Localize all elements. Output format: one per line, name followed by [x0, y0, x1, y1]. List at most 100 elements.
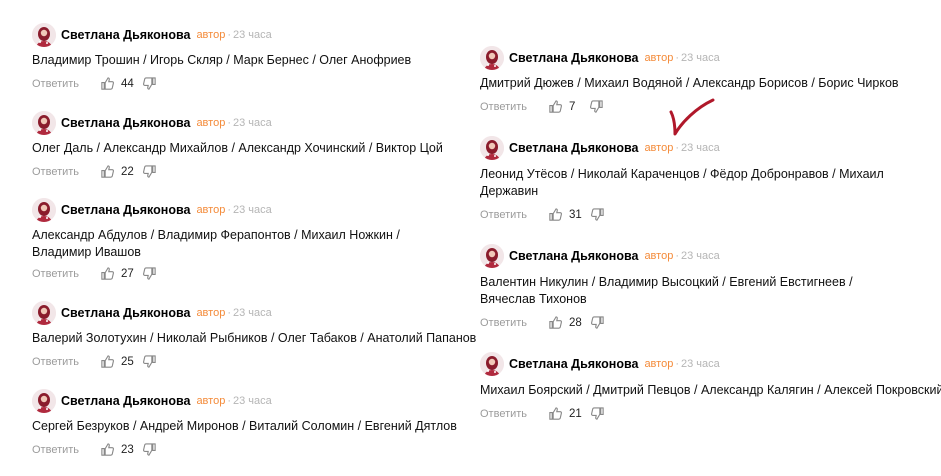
reply-button[interactable]: Ответить: [32, 444, 100, 456]
comment-actions: Ответить 27: [32, 266, 157, 281]
separator-dot: ·: [227, 204, 231, 216]
comment-time: 23 часа: [680, 142, 720, 154]
separator-dot: ·: [675, 142, 679, 154]
comment-actions: Ответить 25: [32, 354, 157, 369]
comment-time: 23 часа: [680, 52, 720, 64]
thumb-down-icon[interactable]: [142, 164, 157, 179]
thumb-up-icon[interactable]: [100, 354, 115, 369]
comment-time: 23 часа: [232, 29, 272, 41]
author-badge: автор: [196, 117, 226, 129]
comment-header: Светлана Дьяконова автор · 23 часа: [480, 135, 720, 161]
avatar[interactable]: [32, 301, 56, 325]
like-count: 7: [569, 100, 576, 113]
reply-button[interactable]: Ответить: [32, 78, 100, 90]
avatar[interactable]: [32, 111, 56, 135]
avatar[interactable]: [480, 244, 504, 268]
avatar[interactable]: [480, 352, 504, 376]
like-count: 23: [121, 443, 134, 456]
comment-header: Светлана Дьяконова автор · 23 часа: [32, 22, 272, 48]
author-name[interactable]: Светлана Дьяконова: [61, 28, 190, 42]
thumb-down-icon[interactable]: [142, 354, 157, 369]
comment-text: Сергей Безруков / Андрей Миронов / Витал…: [32, 419, 457, 433]
comment-actions: Ответить 31: [480, 207, 605, 222]
author-badge: автор: [196, 395, 226, 407]
comment-time: 23 часа: [680, 358, 720, 370]
comment-header: Светлана Дьяконова автор · 23 часа: [32, 197, 272, 223]
thumb-up-icon[interactable]: [548, 99, 563, 114]
check-mark-icon: [668, 98, 716, 138]
reply-button[interactable]: Ответить: [32, 356, 100, 368]
comment-text: Дмитрий Дюжев / Михаил Водяной / Алексан…: [480, 76, 899, 90]
like-count: 25: [121, 355, 134, 368]
comment-time: 23 часа: [232, 395, 272, 407]
avatar[interactable]: [480, 136, 504, 160]
thumb-up-icon[interactable]: [100, 442, 115, 457]
thumb-up-icon[interactable]: [100, 76, 115, 91]
comment-actions: Ответить 23: [32, 442, 157, 457]
author-name[interactable]: Светлана Дьяконова: [61, 203, 190, 217]
author-name[interactable]: Светлана Дьяконова: [509, 357, 638, 371]
comment-actions: Ответить 21: [480, 406, 605, 421]
separator-dot: ·: [675, 358, 679, 370]
separator-dot: ·: [227, 307, 231, 319]
comment-time: 23 часа: [680, 250, 720, 262]
author-name[interactable]: Светлана Дьяконова: [509, 51, 638, 65]
thumb-up-icon[interactable]: [548, 406, 563, 421]
separator-dot: ·: [675, 250, 679, 262]
author-badge: автор: [644, 358, 674, 370]
comment-text: Леонид Утёсов / Николай Караченцов / Фёд…: [480, 167, 884, 198]
comment-text: Олег Даль / Александр Михайлов / Алексан…: [32, 141, 443, 155]
avatar[interactable]: [480, 46, 504, 70]
thumb-up-icon[interactable]: [548, 315, 563, 330]
comment-header: Светлана Дьяконова автор · 23 часа: [32, 300, 272, 326]
like-count: 27: [121, 267, 134, 280]
comment-header: Светлана Дьяконова автор · 23 часа: [32, 110, 272, 136]
thumb-down-icon[interactable]: [590, 207, 605, 222]
comment-header: Светлана Дьяконова автор · 23 часа: [480, 243, 720, 269]
comment-header: Светлана Дьяконова автор · 23 часа: [480, 351, 720, 377]
thumb-down-icon[interactable]: [589, 99, 604, 114]
author-badge: автор: [644, 52, 674, 64]
avatar[interactable]: [32, 198, 56, 222]
comment-actions: Ответить 28: [480, 315, 605, 330]
comment-time: 23 часа: [232, 204, 272, 216]
reply-button[interactable]: Ответить: [480, 408, 548, 420]
author-name[interactable]: Светлана Дьяконова: [61, 116, 190, 130]
author-badge: автор: [644, 250, 674, 262]
thumb-up-icon[interactable]: [100, 266, 115, 281]
reply-button[interactable]: Ответить: [480, 209, 548, 221]
comment-time: 23 часа: [232, 117, 272, 129]
comment-time: 23 часа: [232, 307, 272, 319]
comment-text: Валерий Золотухин / Николай Рыбников / О…: [32, 331, 477, 345]
thumb-up-icon[interactable]: [100, 164, 115, 179]
author-name[interactable]: Светлана Дьяконова: [61, 306, 190, 320]
comment-text: Валентин Никулин / Владимир Высоцкий / Е…: [480, 275, 853, 306]
comment-actions: Ответить 7: [480, 99, 604, 114]
author-name[interactable]: Светлана Дьяконова: [61, 394, 190, 408]
comment-text: Владимир Трошин / Игорь Скляр / Марк Бер…: [32, 53, 412, 67]
reply-button[interactable]: Ответить: [480, 317, 548, 329]
thumb-down-icon[interactable]: [590, 406, 605, 421]
thumb-up-icon[interactable]: [548, 207, 563, 222]
comment-text: Александр Абдулов / Владимир Ферапонтов …: [32, 228, 400, 259]
thumb-down-icon[interactable]: [142, 442, 157, 457]
avatar[interactable]: [32, 23, 56, 47]
reply-button[interactable]: Ответить: [480, 101, 548, 113]
thumb-down-icon[interactable]: [142, 76, 157, 91]
separator-dot: ·: [227, 117, 231, 129]
thumb-down-icon[interactable]: [590, 315, 605, 330]
like-count: 28: [569, 316, 582, 329]
author-badge: автор: [196, 204, 226, 216]
reply-button[interactable]: Ответить: [32, 268, 100, 280]
thumb-down-icon[interactable]: [142, 266, 157, 281]
author-badge: автор: [196, 29, 226, 41]
reply-button[interactable]: Ответить: [32, 166, 100, 178]
comment-actions: Ответить 22: [32, 164, 157, 179]
separator-dot: ·: [675, 52, 679, 64]
like-count: 44: [121, 77, 134, 90]
avatar[interactable]: [32, 389, 56, 413]
like-count: 31: [569, 208, 582, 221]
like-count: 21: [569, 407, 582, 420]
author-name[interactable]: Светлана Дьяконова: [509, 141, 638, 155]
author-name[interactable]: Светлана Дьяконова: [509, 249, 638, 263]
